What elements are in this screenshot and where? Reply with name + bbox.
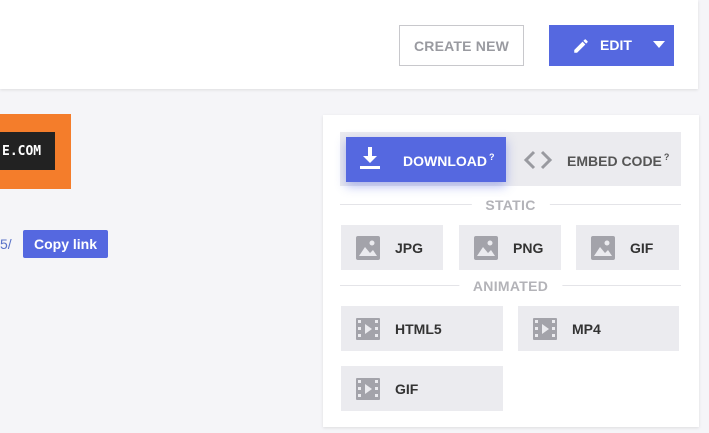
create-new-button[interactable]: CREATE NEW	[399, 25, 524, 66]
format-label: PNG	[513, 240, 544, 256]
video-icon	[356, 378, 380, 400]
format-label: MP4	[572, 321, 601, 337]
format-label: HTML5	[395, 321, 442, 337]
image-icon	[474, 236, 498, 260]
static-divider: STATIC	[340, 197, 681, 213]
video-icon	[533, 318, 557, 340]
code-icon	[523, 150, 553, 170]
format-label: GIF	[395, 381, 419, 397]
format-button-html5[interactable]: HTML5	[341, 306, 503, 351]
format-label: GIF	[630, 240, 654, 256]
video-icon	[356, 318, 380, 340]
gif-thumbnail[interactable]: E.COM	[0, 114, 71, 189]
format-label: JPG	[395, 240, 424, 256]
edit-label: EDIT	[600, 37, 632, 53]
format-button-png[interactable]: PNG	[459, 225, 561, 270]
animated-divider: ANIMATED	[340, 278, 681, 294]
format-button-gif-animated[interactable]: GIF	[341, 366, 503, 411]
animated-heading: ANIMATED	[458, 278, 563, 294]
static-heading: STATIC	[471, 197, 550, 213]
format-button-jpg[interactable]: JPG	[341, 225, 443, 270]
image-icon	[591, 236, 615, 260]
export-panel: DOWNLOAD? EMBED CODE? STATIC JPG PNG GIF…	[323, 115, 699, 427]
embed-tab-label: EMBED CODE?	[567, 152, 670, 169]
format-button-mp4[interactable]: MP4	[518, 306, 679, 351]
edit-button[interactable]: EDIT	[549, 25, 674, 66]
embed-help-mark[interactable]: ?	[664, 152, 670, 162]
download-help-mark[interactable]: ?	[489, 152, 495, 162]
pencil-icon	[574, 39, 588, 53]
tab-embed-code[interactable]: EMBED CODE?	[523, 137, 681, 182]
format-button-gif-static[interactable]: GIF	[576, 225, 679, 270]
top-bar: CREATE NEW EDIT	[0, 0, 698, 89]
share-url[interactable]: 5/	[0, 236, 12, 252]
tab-download[interactable]: DOWNLOAD?	[346, 137, 506, 182]
download-icon	[360, 147, 380, 169]
export-tabs: DOWNLOAD? EMBED CODE?	[340, 132, 681, 186]
download-tab-label: DOWNLOAD?	[403, 152, 495, 169]
copy-link-button[interactable]: Copy link	[23, 230, 108, 258]
thumbnail-text: E.COM	[0, 132, 55, 170]
image-icon	[356, 236, 380, 260]
chevron-down-icon[interactable]	[653, 41, 665, 48]
